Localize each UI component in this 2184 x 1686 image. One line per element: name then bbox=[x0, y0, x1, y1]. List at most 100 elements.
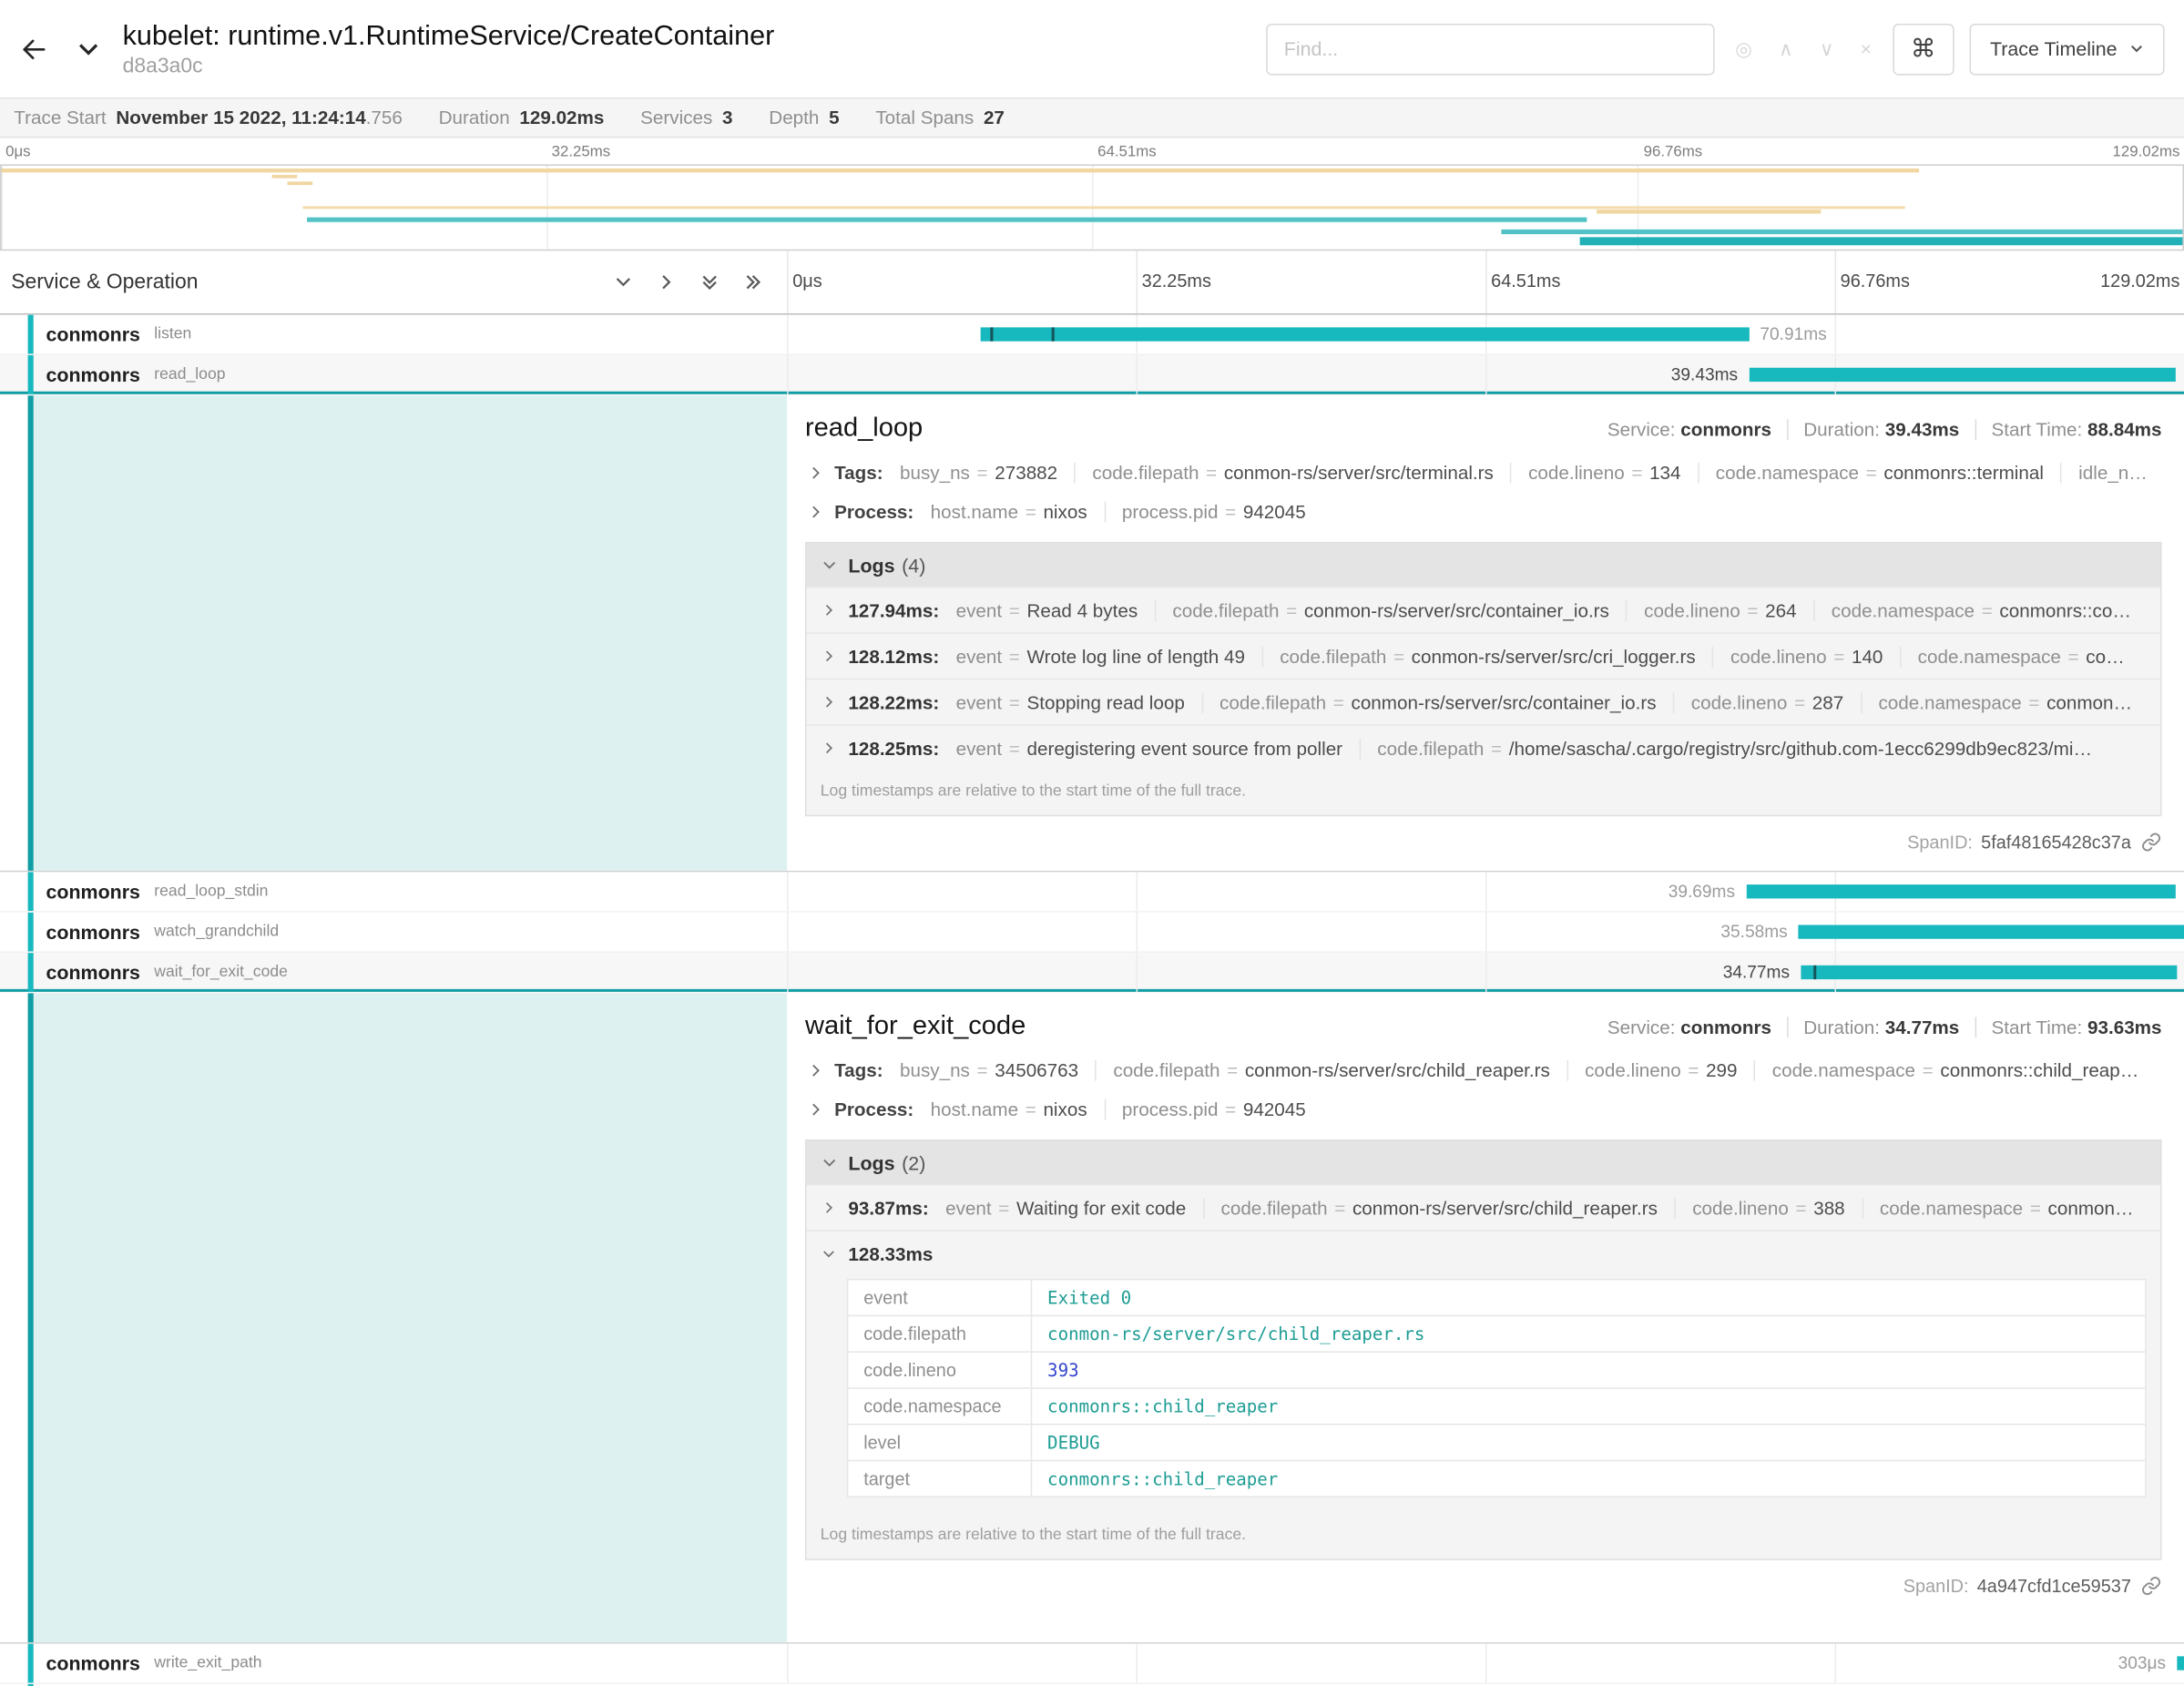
span-row-write-exit-path[interactable]: conmonrs write_exit_path 303μs bbox=[0, 1644, 2184, 1684]
log-field: code.lineno=388 bbox=[1674, 1197, 1862, 1218]
process-row[interactable]: Process: host.name=nixos process.pid=942… bbox=[805, 502, 2162, 523]
child-span-tick bbox=[1051, 327, 1054, 341]
process-item: process.pid=942045 bbox=[1104, 1099, 1322, 1120]
chevron-right-icon[interactable] bbox=[805, 1061, 824, 1080]
chevron-right-icon bbox=[819, 600, 838, 619]
trace-start: Trace StartNovember 15 2022, 11:24:14.75… bbox=[14, 107, 403, 128]
trace-minimap[interactable] bbox=[0, 164, 2184, 250]
collapse-all-icon[interactable] bbox=[700, 273, 719, 291]
log-entry-expanded[interactable]: 128.33ms bbox=[806, 1230, 2160, 1275]
span-timeline-watch-grandchild[interactable]: 35.58ms bbox=[787, 913, 2184, 952]
next-match-icon[interactable]: ∨ bbox=[1820, 37, 1834, 61]
process-item: host.name=nixos bbox=[931, 502, 1104, 523]
tag-item: code.namespace=conmonrs::terminal bbox=[1698, 463, 2060, 484]
service-operation-title: Service & Operation bbox=[11, 271, 198, 294]
span-bar[interactable] bbox=[1746, 884, 2176, 898]
page-title: kubelet: runtime.v1.RuntimeService/Creat… bbox=[123, 19, 775, 53]
collapse-one-icon[interactable] bbox=[614, 273, 632, 291]
locate-icon[interactable]: ◎ bbox=[1735, 37, 1752, 61]
span-row-wait-for-exit-code[interactable]: conmonrs wait_for_exit_code 34.77ms bbox=[0, 953, 2184, 993]
log-entry[interactable]: 127.94ms: event=Read 4 bytes code.filepa… bbox=[806, 587, 2160, 632]
service-name: conmonrs bbox=[46, 1652, 140, 1674]
span-name-read-loop-stdin[interactable]: conmonrs read_loop_stdin bbox=[0, 872, 787, 911]
minimap-tick: 32.25ms bbox=[552, 144, 611, 160]
trace-view-app: kubelet: runtime.v1.RuntimeService/Creat… bbox=[0, 0, 2184, 1686]
tags-row[interactable]: Tags: busy_ns=34506763 code.filepath=con… bbox=[805, 1060, 2162, 1081]
minimap-tick: 96.76ms bbox=[1644, 144, 1703, 160]
table-row: code.lineno393 bbox=[848, 1352, 2146, 1388]
log-entry[interactable]: 128.25ms: event=deregistering event sour… bbox=[806, 724, 2160, 770]
span-bar[interactable] bbox=[1799, 925, 2184, 938]
span-timeline-read-loop[interactable]: 39.43ms bbox=[787, 355, 2184, 394]
timeline-ruler: 0μs 32.25ms 64.51ms 96.76ms 129.02ms bbox=[787, 250, 2184, 313]
span-bar[interactable] bbox=[1749, 368, 2176, 382]
span-name-listen[interactable]: conmonrs listen bbox=[0, 315, 787, 354]
trace-depth: Depth5 bbox=[769, 107, 839, 128]
find-input[interactable] bbox=[1266, 23, 1714, 75]
span-name-read-loop[interactable]: conmonrs read_loop bbox=[0, 355, 787, 394]
log-entry[interactable]: 128.12ms: event=Wrote log line of length… bbox=[806, 632, 2160, 678]
tags-label: Tags: bbox=[834, 1060, 883, 1081]
child-span-tick bbox=[991, 327, 994, 341]
link-icon[interactable] bbox=[2141, 832, 2162, 853]
tags-row[interactable]: Tags: busy_ns=273882 code.filepath=conmo… bbox=[805, 463, 2162, 484]
ruler-tick: 64.51ms bbox=[1491, 271, 1560, 291]
span-row-watch-grandchild[interactable]: conmonrs watch_grandchild 35.58ms bbox=[0, 913, 2184, 953]
service-color-bar bbox=[28, 913, 34, 952]
log-field: code.namespace=conmon… bbox=[1862, 1197, 2148, 1218]
log-field: event=deregistering event source from po… bbox=[956, 738, 1360, 759]
log-field: code.lineno=264 bbox=[1626, 599, 1813, 620]
span-row-read-loop-stdin[interactable]: conmonrs read_loop_stdin 39.69ms bbox=[0, 872, 2184, 912]
clear-find-icon[interactable]: × bbox=[1860, 37, 1872, 59]
topbar: kubelet: runtime.v1.RuntimeService/Creat… bbox=[0, 0, 2184, 97]
span-bar[interactable] bbox=[2177, 1656, 2184, 1670]
table-row: targetconmonrs::child_reaper bbox=[848, 1461, 2146, 1497]
chevron-down-icon bbox=[2129, 42, 2143, 56]
chevron-right-icon[interactable] bbox=[805, 1099, 824, 1119]
operation-name: wait_for_exit_code bbox=[154, 964, 288, 980]
log-field: code.lineno=287 bbox=[1673, 691, 1861, 712]
back-button[interactable] bbox=[0, 0, 66, 97]
process-row[interactable]: Process: host.name=nixos process.pid=942… bbox=[805, 1099, 2162, 1120]
tag-item: code.lineno=299 bbox=[1567, 1060, 1754, 1081]
span-name-wait-for-exit-code[interactable]: conmonrs wait_for_exit_code bbox=[0, 953, 787, 992]
view-selector-button[interactable]: Trace Timeline bbox=[1969, 23, 2165, 75]
title-block: kubelet: runtime.v1.RuntimeService/Creat… bbox=[123, 19, 775, 77]
log-fields: event=Wrote log line of length 49 code.f… bbox=[956, 646, 2148, 667]
span-timeline-write-exit-path[interactable]: 303μs bbox=[787, 1644, 2184, 1683]
span-timeline-wait-for-exit-code[interactable]: 34.77ms bbox=[787, 953, 2184, 992]
chevron-right-icon[interactable] bbox=[805, 464, 824, 483]
span-bar[interactable] bbox=[1801, 966, 2177, 979]
span-timeline-read-loop-stdin[interactable]: 39.69ms bbox=[787, 872, 2184, 911]
service-name: conmonrs bbox=[46, 363, 140, 385]
expand-one-icon[interactable] bbox=[658, 273, 676, 291]
span-name-watch-grandchild[interactable]: conmonrs watch_grandchild bbox=[0, 913, 787, 952]
service-color-bar bbox=[28, 315, 34, 354]
logs-header[interactable]: Logs(4) bbox=[806, 543, 2160, 586]
link-icon[interactable] bbox=[2141, 1576, 2162, 1597]
span-name-write-exit-path[interactable]: conmonrs write_exit_path bbox=[0, 1644, 787, 1683]
log-entry[interactable]: 128.22ms: event=Stopping read loop code.… bbox=[806, 679, 2160, 724]
minimap-spans-graph bbox=[2, 166, 2183, 250]
find-controls: ◎ ∧ ∨ × bbox=[1735, 37, 1872, 61]
span-detail-indent bbox=[0, 993, 787, 1642]
previous-match-icon[interactable]: ∧ bbox=[1779, 37, 1793, 61]
span-row-read-loop[interactable]: conmonrs read_loop 39.43ms bbox=[0, 355, 2184, 395]
tag-item: idle_n… bbox=[2060, 463, 2161, 484]
service-name: conmonrs bbox=[46, 921, 140, 943]
span-bar[interactable] bbox=[981, 327, 1749, 341]
logs-footnote: Log timestamps are relative to the start… bbox=[806, 1514, 2160, 1558]
log-entry[interactable]: 93.87ms: event=Waiting for exit code cod… bbox=[806, 1184, 2160, 1230]
collapse-header-button[interactable] bbox=[66, 0, 108, 97]
span-row-listen[interactable]: conmonrs listen 70.91ms bbox=[0, 315, 2184, 355]
expand-all-icon[interactable] bbox=[744, 273, 762, 291]
chevron-right-icon[interactable] bbox=[805, 502, 824, 521]
span-detail-read-loop: read_loop Service: conmonrs Duration: 39… bbox=[0, 395, 2184, 872]
log-field: event=Read 4 bytes bbox=[956, 599, 1155, 620]
arrow-left-icon bbox=[19, 34, 48, 63]
logs-header[interactable]: Logs(2) bbox=[806, 1141, 2160, 1184]
keyboard-shortcuts-button[interactable]: ⌘ bbox=[1893, 23, 1954, 75]
tags-label: Tags: bbox=[834, 463, 883, 484]
service-color-bar bbox=[28, 953, 34, 992]
span-timeline-listen[interactable]: 70.91ms bbox=[787, 315, 2184, 354]
